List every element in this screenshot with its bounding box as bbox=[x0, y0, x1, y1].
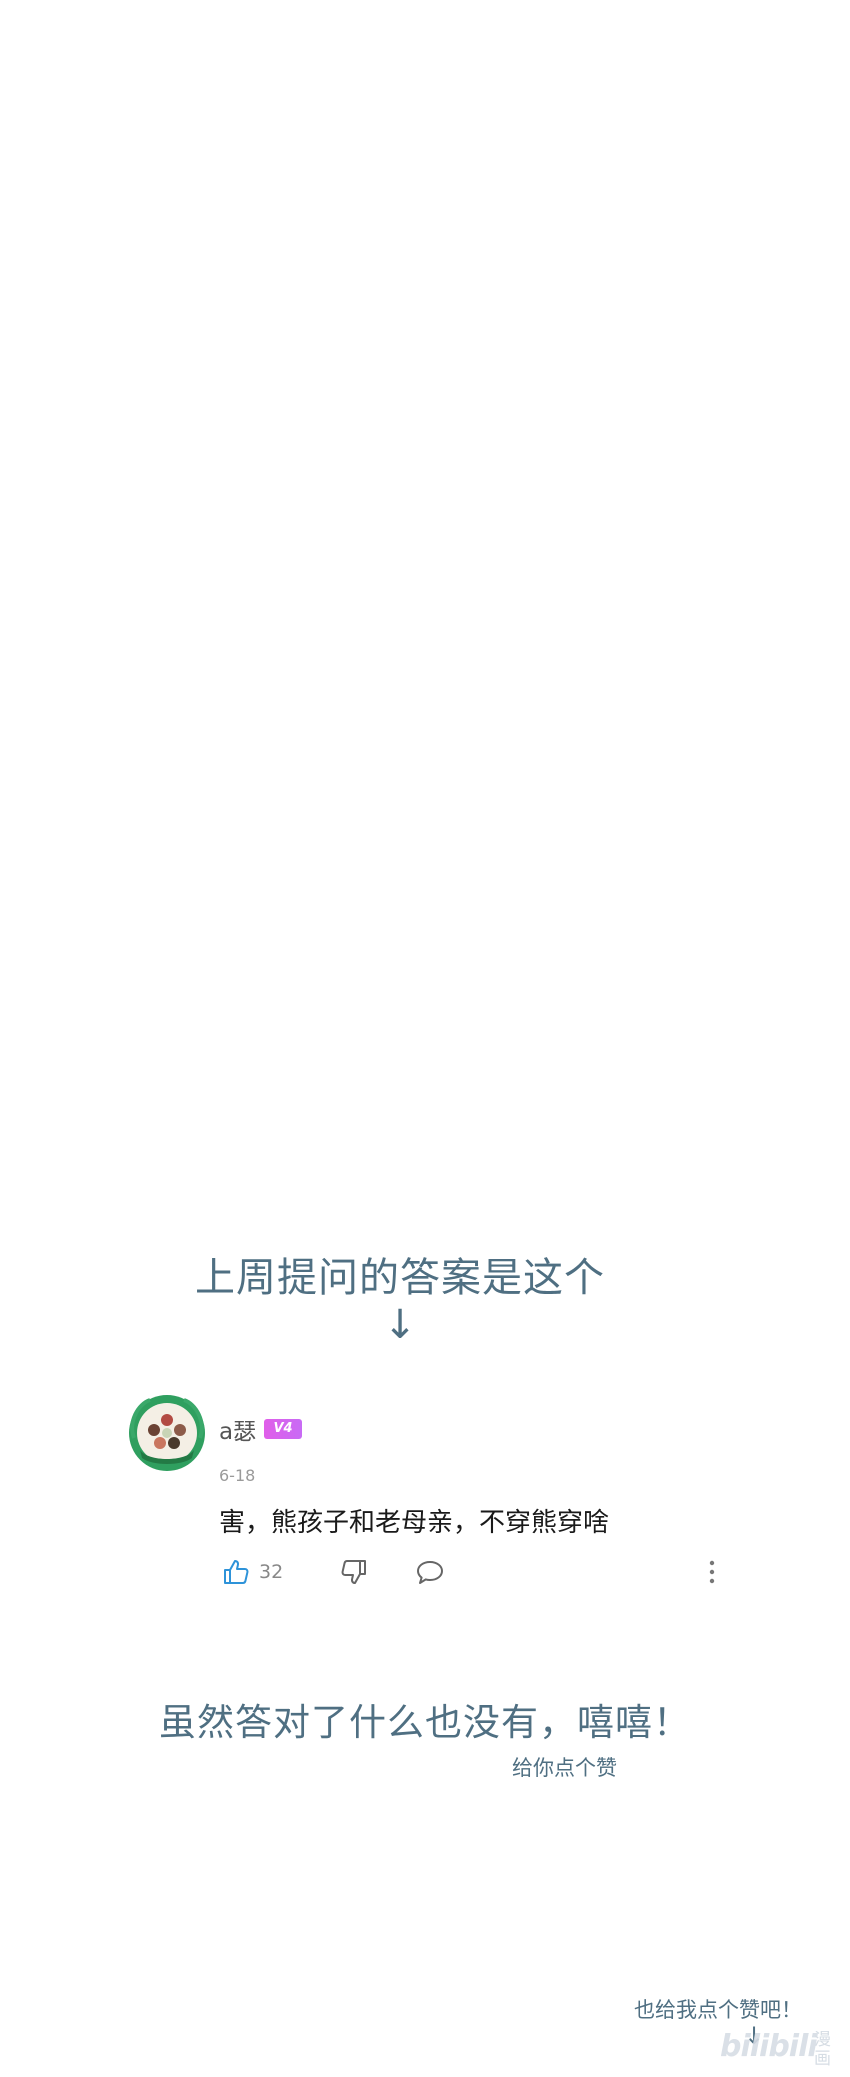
user-avatar[interactable] bbox=[126, 1392, 208, 1474]
closing-caption: 虽然答对了什么也没有，嘻嘻！ bbox=[159, 1701, 691, 1744]
thumbs-up-icon[interactable] bbox=[222, 1558, 250, 1586]
more-vertical-icon[interactable] bbox=[706, 1558, 718, 1586]
corner-like-request: 也给我点个赞吧！ bbox=[634, 1998, 802, 2022]
user-level-badge: V4 bbox=[264, 1419, 302, 1439]
reply-icon[interactable] bbox=[416, 1559, 444, 1585]
like-count: 32 bbox=[259, 1561, 284, 1583]
svg-text:画: 画 bbox=[814, 2049, 831, 2068]
comment-date: 6-18 bbox=[219, 1466, 256, 1485]
thumbs-down-icon[interactable] bbox=[340, 1558, 368, 1586]
svg-text:漫: 漫 bbox=[814, 2030, 831, 2050]
comment-text: 害，熊孩子和老母亲，不穿熊穿啥 bbox=[219, 1508, 610, 1538]
down-arrow-icon: ↓ bbox=[383, 1302, 417, 1348]
svg-text:bilibili: bilibili bbox=[720, 2029, 818, 2064]
answer-heading: 上周提问的答案是这个 bbox=[195, 1255, 605, 1301]
like-plea-caption: 给你点个赞 bbox=[512, 1756, 617, 1780]
comment-username[interactable]: a瑟 bbox=[219, 1412, 256, 1446]
bilibili-manga-logo: bilibili 漫 画 bbox=[720, 2029, 831, 2068]
